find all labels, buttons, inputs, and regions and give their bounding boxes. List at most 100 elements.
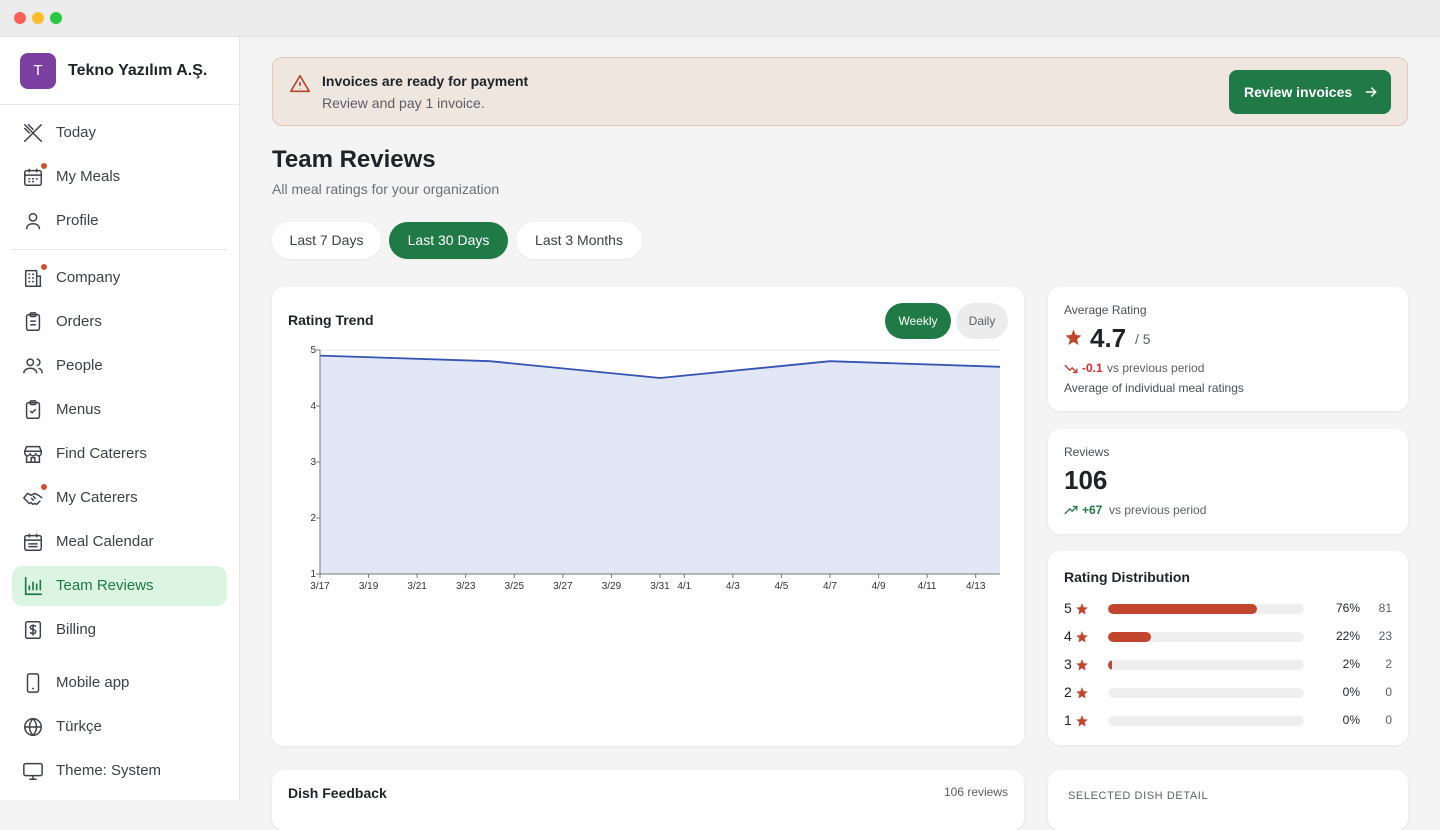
distribution-percent: 2%	[1343, 657, 1360, 671]
nav-item-theme[interactable]: Theme: System	[12, 751, 227, 791]
nav-label: Company	[56, 269, 120, 286]
x-tick-label: 3/29	[602, 581, 622, 592]
y-tick-label: 3	[310, 457, 316, 468]
distribution-percent: 22%	[1336, 629, 1360, 643]
avg-rating-note: Average of individual meal ratings	[1064, 381, 1244, 395]
nav-item-team-reviews[interactable]: Team Reviews	[12, 566, 227, 606]
distribution-percent: 76%	[1336, 601, 1360, 615]
nav-item-language[interactable]: Türkçe	[12, 707, 227, 747]
org-name: Tekno Yazılım A.Ş.	[68, 62, 207, 80]
distribution-count: 0	[1385, 713, 1392, 727]
nav-item-mobile-app[interactable]: Mobile app	[12, 663, 227, 703]
star-count-label: 4	[1064, 628, 1072, 644]
clipboard-check-icon	[22, 399, 44, 421]
x-tick-label: 3/21	[407, 581, 427, 592]
notification-dot	[40, 263, 48, 271]
star-count-label: 1	[1064, 712, 1072, 728]
distribution-row: 10%0	[1064, 711, 1394, 731]
nav-item-find-caterers[interactable]: Find Caterers	[12, 434, 227, 474]
distribution-count: 23	[1379, 629, 1392, 643]
nav-item-people[interactable]: People	[12, 346, 227, 386]
distribution-row: 4 22% 23	[1064, 627, 1394, 647]
star-icon	[1075, 630, 1089, 644]
user-icon	[22, 210, 44, 232]
nav-label: My Meals	[56, 168, 120, 185]
nav-label: Meal Calendar	[56, 533, 154, 550]
notification-dot	[40, 483, 48, 491]
x-tick-label: 4/9	[872, 581, 886, 592]
distribution-bar	[1108, 604, 1304, 614]
nav-item-meal-calendar[interactable]: Meal Calendar	[12, 522, 227, 562]
smartphone-icon	[22, 672, 44, 694]
rating-distribution-card: Rating Distribution 576%81422%2332%220%0…	[1048, 551, 1408, 745]
distribution-bar	[1108, 716, 1304, 726]
dish-feedback-count: 106 reviews	[944, 785, 1008, 799]
avg-rating-delta-text: vs previous period	[1107, 361, 1204, 375]
nav-label: Today	[56, 124, 96, 141]
monitor-icon	[22, 760, 44, 782]
star-icon	[1064, 328, 1083, 347]
x-tick-label: 3/25	[505, 581, 525, 592]
nav-label: Billing	[56, 621, 96, 638]
review-invoices-button[interactable]: Review invoices	[1229, 70, 1391, 114]
dish-feedback-title: Dish Feedback	[288, 785, 387, 801]
nav-label: People	[56, 357, 103, 374]
nav-item-menus[interactable]: Menus	[12, 390, 227, 430]
nav-item-orders[interactable]: Orders	[12, 302, 227, 342]
distribution-bar-fill	[1108, 660, 1112, 670]
bar-chart-icon	[22, 575, 44, 597]
page-subtitle: All meal ratings for your organization	[272, 181, 499, 197]
avg-rating-delta: -0.1	[1082, 361, 1103, 375]
reviews-delta: +67	[1082, 503, 1102, 517]
distribution-row: 5 76% 81	[1064, 599, 1394, 619]
x-tick-label: 3/27	[553, 581, 573, 592]
minimize-window-button[interactable]	[32, 12, 44, 24]
star-icon	[1075, 686, 1089, 700]
nav-item-profile[interactable]: Profile	[12, 201, 227, 241]
weekly-toggle[interactable]: Weekly	[885, 303, 951, 339]
rating-trend-chart: 123453/173/193/213/233/253/273/293/314/1…	[272, 345, 1024, 605]
nav-item-company[interactable]: Company	[12, 258, 227, 298]
notification-dot	[40, 162, 48, 170]
nav-item-billing[interactable]: Billing	[12, 610, 227, 650]
globe-icon	[22, 716, 44, 738]
utensils-crossed-icon	[22, 122, 44, 144]
rating-trend-card: Rating Trend Weekly Daily 123453/173/193…	[272, 287, 1024, 746]
rating-trend-title: Rating Trend	[288, 312, 374, 328]
star-count-label: 5	[1064, 600, 1072, 616]
org-switcher[interactable]: T Tekno Yazılım A.Ş.	[0, 37, 239, 105]
tab-last-3-months[interactable]: Last 3 Months	[516, 222, 642, 259]
x-tick-label: 4/13	[966, 581, 986, 592]
org-avatar: T	[20, 53, 56, 89]
rating-distribution-title: Rating Distribution	[1064, 569, 1190, 585]
sidebar-divider	[12, 249, 227, 250]
nav-item-my-meals[interactable]: My Meals	[12, 157, 227, 197]
avg-rating-label: Average Rating	[1064, 303, 1147, 317]
star-icon	[1075, 602, 1089, 616]
nav-item-today[interactable]: Today	[12, 113, 227, 153]
x-tick-label: 4/1	[677, 581, 691, 592]
tab-last-30-days[interactable]: Last 30 Days	[389, 222, 508, 259]
tab-last-7-days[interactable]: Last 7 Days	[272, 222, 381, 259]
reviews-label: Reviews	[1064, 445, 1109, 459]
nav-item-my-caterers[interactable]: My Caterers	[12, 478, 227, 518]
average-rating-card: Average Rating 4.7 / 5 -0.1 vs previous …	[1048, 287, 1408, 411]
avg-rating-value: 4.7	[1090, 323, 1126, 354]
y-tick-label: 4	[310, 401, 316, 412]
daily-toggle[interactable]: Daily	[956, 303, 1008, 339]
y-tick-label: 2	[310, 513, 316, 524]
distribution-bar-fill	[1108, 632, 1151, 642]
y-tick-label: 1	[310, 569, 316, 580]
star-icon	[1075, 714, 1089, 728]
distribution-count: 81	[1379, 601, 1392, 615]
selected-dish-detail-card: SELECTED DISH DETAIL	[1048, 770, 1408, 830]
x-tick-label: 3/17	[310, 581, 330, 592]
trend-down-icon	[1064, 362, 1078, 376]
building-icon	[22, 267, 44, 289]
nav-label: Orders	[56, 313, 102, 330]
star-count-label: 3	[1064, 656, 1072, 672]
selected-dish-title: SELECTED DISH DETAIL	[1068, 790, 1208, 802]
close-window-button[interactable]	[14, 12, 26, 24]
maximize-window-button[interactable]	[50, 12, 62, 24]
clipboard-list-icon	[22, 311, 44, 333]
